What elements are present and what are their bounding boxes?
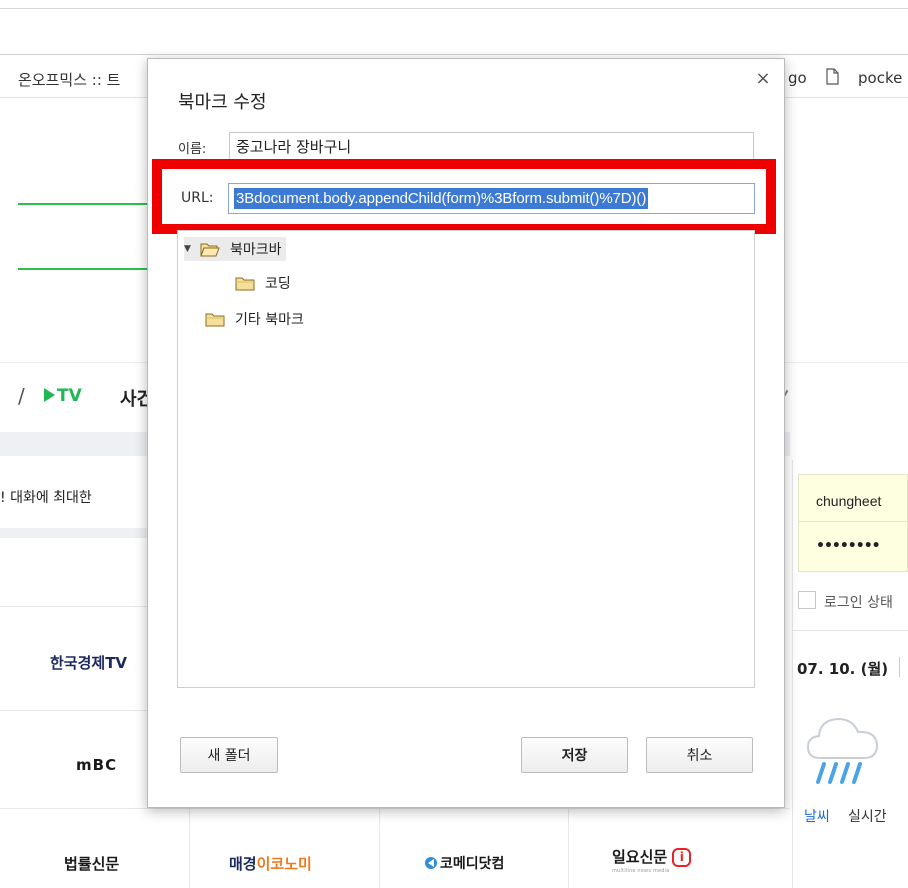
lawtimes-logo[interactable]: 법률신문	[64, 853, 119, 874]
bookmark-item-onoffmix[interactable]: 온오프믹스 :: 트	[18, 69, 120, 90]
search-box-border-top	[18, 203, 148, 205]
keep-login-label: 로그인 상태	[824, 595, 893, 611]
ilyo-logo-text: 일요신문	[612, 848, 668, 866]
news-headline[interactable]: ! 대화에 최대한	[0, 487, 92, 507]
cancel-button[interactable]: 취소	[646, 737, 753, 773]
rain-cloud-icon	[806, 717, 879, 784]
tree-item-label: 코딩	[265, 276, 291, 292]
dialog-title: 북마크 수정	[178, 92, 267, 113]
keep-login-checkbox[interactable]	[798, 591, 816, 609]
weather-link[interactable]: 날씨	[804, 806, 830, 826]
mbc-logo[interactable]: mBC	[76, 756, 117, 774]
bookmark-item-pocket[interactable]: pocke	[858, 69, 902, 87]
new-folder-button[interactable]: 새 폴더	[180, 737, 278, 773]
expand-arrow-icon[interactable]: ▼	[184, 244, 194, 254]
close-icon[interactable]: ×	[752, 68, 774, 89]
ilyo-logo-badge: i	[672, 848, 692, 867]
ilyo-logo-subtitle: multiline news media	[612, 868, 670, 874]
tv-nav-link[interactable]: TV	[44, 386, 82, 406]
nav-divider: /	[18, 384, 25, 408]
play-icon	[44, 388, 55, 402]
grid-line	[0, 808, 790, 809]
hankyung-tv-logo[interactable]: 한국경제TV	[50, 652, 127, 673]
tree-item-other-bookmarks[interactable]: 기타 북마크	[205, 307, 304, 331]
section-separator-2	[0, 528, 148, 538]
date-label: 07. 10. (월)	[797, 660, 889, 678]
login-box	[798, 474, 908, 572]
name-label: 이름:	[178, 142, 207, 157]
mk-economy-logo[interactable]: 매경이코노미	[229, 853, 312, 874]
tv-nav-label: TV	[57, 386, 82, 406]
comedy-logo-mark-icon	[425, 857, 437, 869]
url-input[interactable]: 3Bdocument.body.appendChild(form)%3Bform…	[228, 183, 755, 214]
tree-item-bookmark-bar[interactable]: ▼ 북마크바	[184, 237, 286, 261]
grid-line	[568, 808, 569, 888]
browser-top-border	[0, 8, 908, 9]
password-field[interactable]: ••••••••	[816, 538, 881, 554]
name-input[interactable]: 중고나라 장바구니	[229, 132, 754, 162]
ilyo-logo[interactable]: 일요신문 i multiline news media	[612, 846, 692, 874]
folder-icon	[205, 313, 225, 326]
username-field[interactable]: chungheet	[816, 493, 881, 509]
tree-item-coding[interactable]: 코딩	[235, 271, 291, 295]
comedy-logo[interactable]: 코메디닷컴	[424, 853, 504, 873]
weather-live-link[interactable]: 실시간	[848, 806, 887, 826]
folder-icon	[235, 277, 255, 290]
folder-tree[interactable]: ▼ 북마크바 코딩 기타 북마크	[177, 230, 755, 688]
page-icon	[826, 68, 839, 85]
bookmark-item-go[interactable]: go	[788, 69, 807, 87]
tree-item-label: 북마크바	[230, 242, 282, 258]
mk-economy-logo-b: 이코노미	[256, 855, 312, 873]
login-divider	[798, 521, 908, 522]
grid-line	[0, 606, 148, 607]
search-box-border-bottom	[18, 268, 148, 270]
grid-line	[0, 710, 148, 711]
comedy-logo-text: 코메디닷컴	[440, 856, 505, 872]
date-divider	[792, 630, 908, 631]
date-divider-v	[899, 657, 900, 677]
grid-line	[379, 808, 380, 888]
grid-line	[189, 808, 190, 888]
url-selected-text: 3Bdocument.body.appendChild(form)%3Bform…	[234, 188, 649, 209]
mk-economy-logo-a: 매경	[229, 855, 257, 873]
folder-open-icon	[200, 243, 220, 256]
tree-item-label: 기타 북마크	[235, 312, 304, 328]
url-label: URL:	[181, 190, 214, 206]
save-button[interactable]: 저장	[521, 737, 628, 773]
